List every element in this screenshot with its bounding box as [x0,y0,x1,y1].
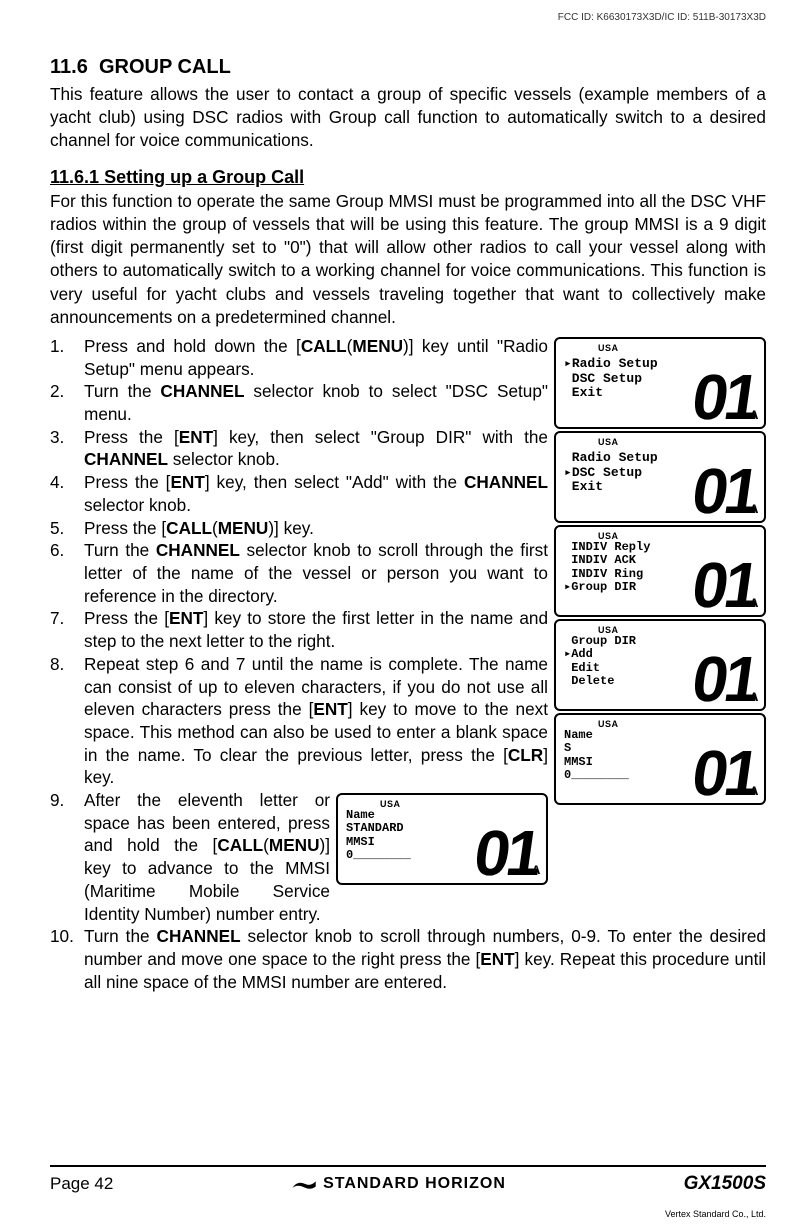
lcd-sub-a: A [532,862,540,879]
step-1: 1. Press and hold down the [CALL(MENU)] … [50,335,766,380]
lcd-menu-text: Name STANDARD MMSI 0________ [346,809,411,863]
subsection-intro: For this function to operate the same Gr… [50,190,766,329]
procedure-list: 1. Press and hold down the [CALL(MENU)] … [50,335,766,993]
step-7: 7. Press the [ENT] key to store the firs… [50,607,766,652]
model-number: GX1500S [684,1173,766,1195]
page-number: Page 42 [50,1174,113,1194]
lcd-figure-9: USA Name STANDARD MMSI 0________ 01 A [336,793,548,887]
step-9: 9. USA Name STANDARD MMSI 0________ 01 A… [50,789,766,925]
subsection-title: Setting up a Group Call [104,167,304,187]
step-2: 2. Turn the CHANNEL selector knob to sel… [50,380,766,425]
section-number: 11.6 [50,56,88,78]
section-heading: 11.6 GROUP CALL [50,56,766,79]
step-3: 3. Press the [ENT] key, then select "Gro… [50,426,766,471]
page-footer: Page 42 STANDARD HORIZON GX1500S [50,1165,766,1195]
section-title: GROUP CALL [99,56,231,78]
brand-text: STANDARD HORIZON [323,1175,506,1193]
brand-logo: STANDARD HORIZON [291,1175,506,1193]
company-footer: Vertex Standard Co., Ltd. [665,1209,766,1219]
fcc-id: FCC ID: K6630173X3D/IC ID: 511B-30173X3D [558,12,766,23]
step-6: 6. Turn the CHANNEL selector knob to scr… [50,539,766,607]
step-8: 8. Repeat step 6 and 7 until the name is… [50,653,766,789]
section-intro: This feature allows the user to contact … [50,83,766,153]
step-10: 10. Turn the CHANNEL selector knob to sc… [50,925,766,993]
lcd-channel: 01 [475,826,538,880]
lcd-screen-6: USA Name STANDARD MMSI 0________ 01 A [336,793,548,885]
swoosh-icon [291,1176,317,1192]
step-4: 4. Press the [ENT] key, then select "Add… [50,471,766,516]
step-5: 5. Press the [CALL(MENU)] key. [50,517,766,540]
subsection-heading: 11.6.1 Setting up a Group Call [50,167,766,188]
subsection-number: 11.6.1 [50,167,99,187]
